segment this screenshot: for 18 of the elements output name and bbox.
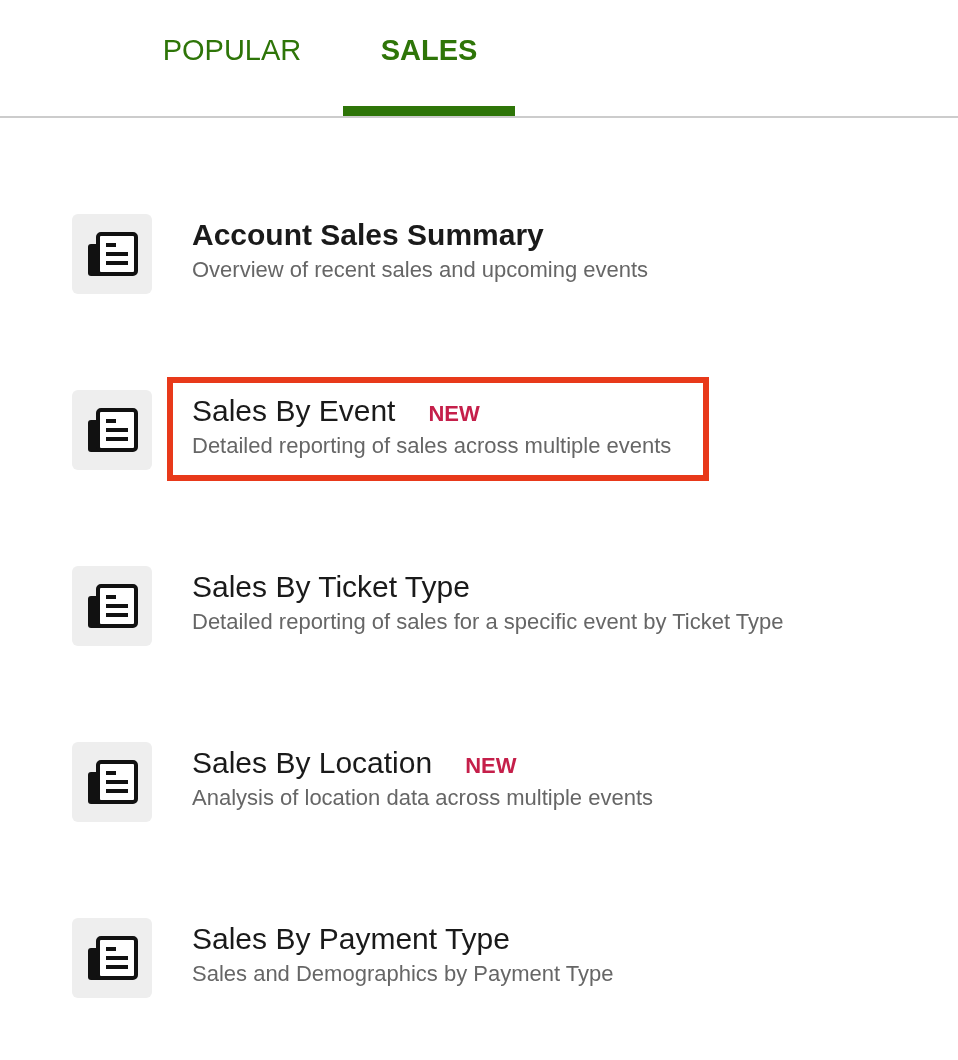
- document-icon: [72, 214, 152, 294]
- report-title-link[interactable]: Sales By Payment Type: [192, 921, 510, 957]
- report-title-link[interactable]: Account Sales Summary: [192, 217, 544, 253]
- report-title-link[interactable]: Sales By Event: [192, 393, 396, 429]
- report-title-link[interactable]: Sales By Location: [192, 745, 433, 781]
- report-description: Analysis of location data across multiple events: [192, 784, 653, 812]
- report-description: Detailed reporting of sales for a specific event by Ticket Type: [192, 608, 784, 636]
- report-description: Overview of recent sales and upcoming events: [192, 256, 649, 284]
- document-icon: [72, 918, 152, 998]
- new-label: NEW: [465, 752, 517, 780]
- document-icon: [72, 390, 152, 470]
- document-icon: [72, 742, 152, 822]
- new-label: NEW: [428, 400, 480, 428]
- document-icon: [72, 566, 152, 646]
- report-description: Detailed reporting of sales across multiple events: [192, 432, 672, 460]
- report-title-link[interactable]: Sales By Ticket Type: [192, 569, 470, 605]
- tab[interactable]: POPULAR: [146, 0, 318, 116]
- report-description: Sales and Demographics by Payment Type: [192, 960, 614, 988]
